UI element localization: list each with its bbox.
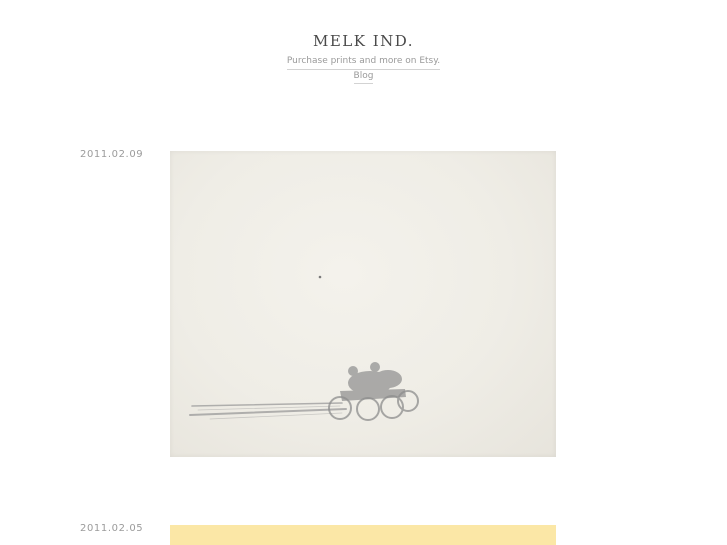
etsy-link[interactable]: Purchase prints and more on Etsy. <box>286 55 441 70</box>
motorcycle-sketch-icon <box>189 275 419 421</box>
blog-link[interactable]: Blog <box>353 70 374 84</box>
post-image[interactable] <box>170 525 556 545</box>
post-image[interactable] <box>170 151 556 457</box>
post-date: 2011.02.05 <box>80 523 144 534</box>
header-links: Purchase prints and more on Etsy. Blog <box>0 55 727 84</box>
site-title[interactable]: MELK IND. <box>0 32 727 50</box>
post-date: 2011.02.09 <box>80 149 144 160</box>
